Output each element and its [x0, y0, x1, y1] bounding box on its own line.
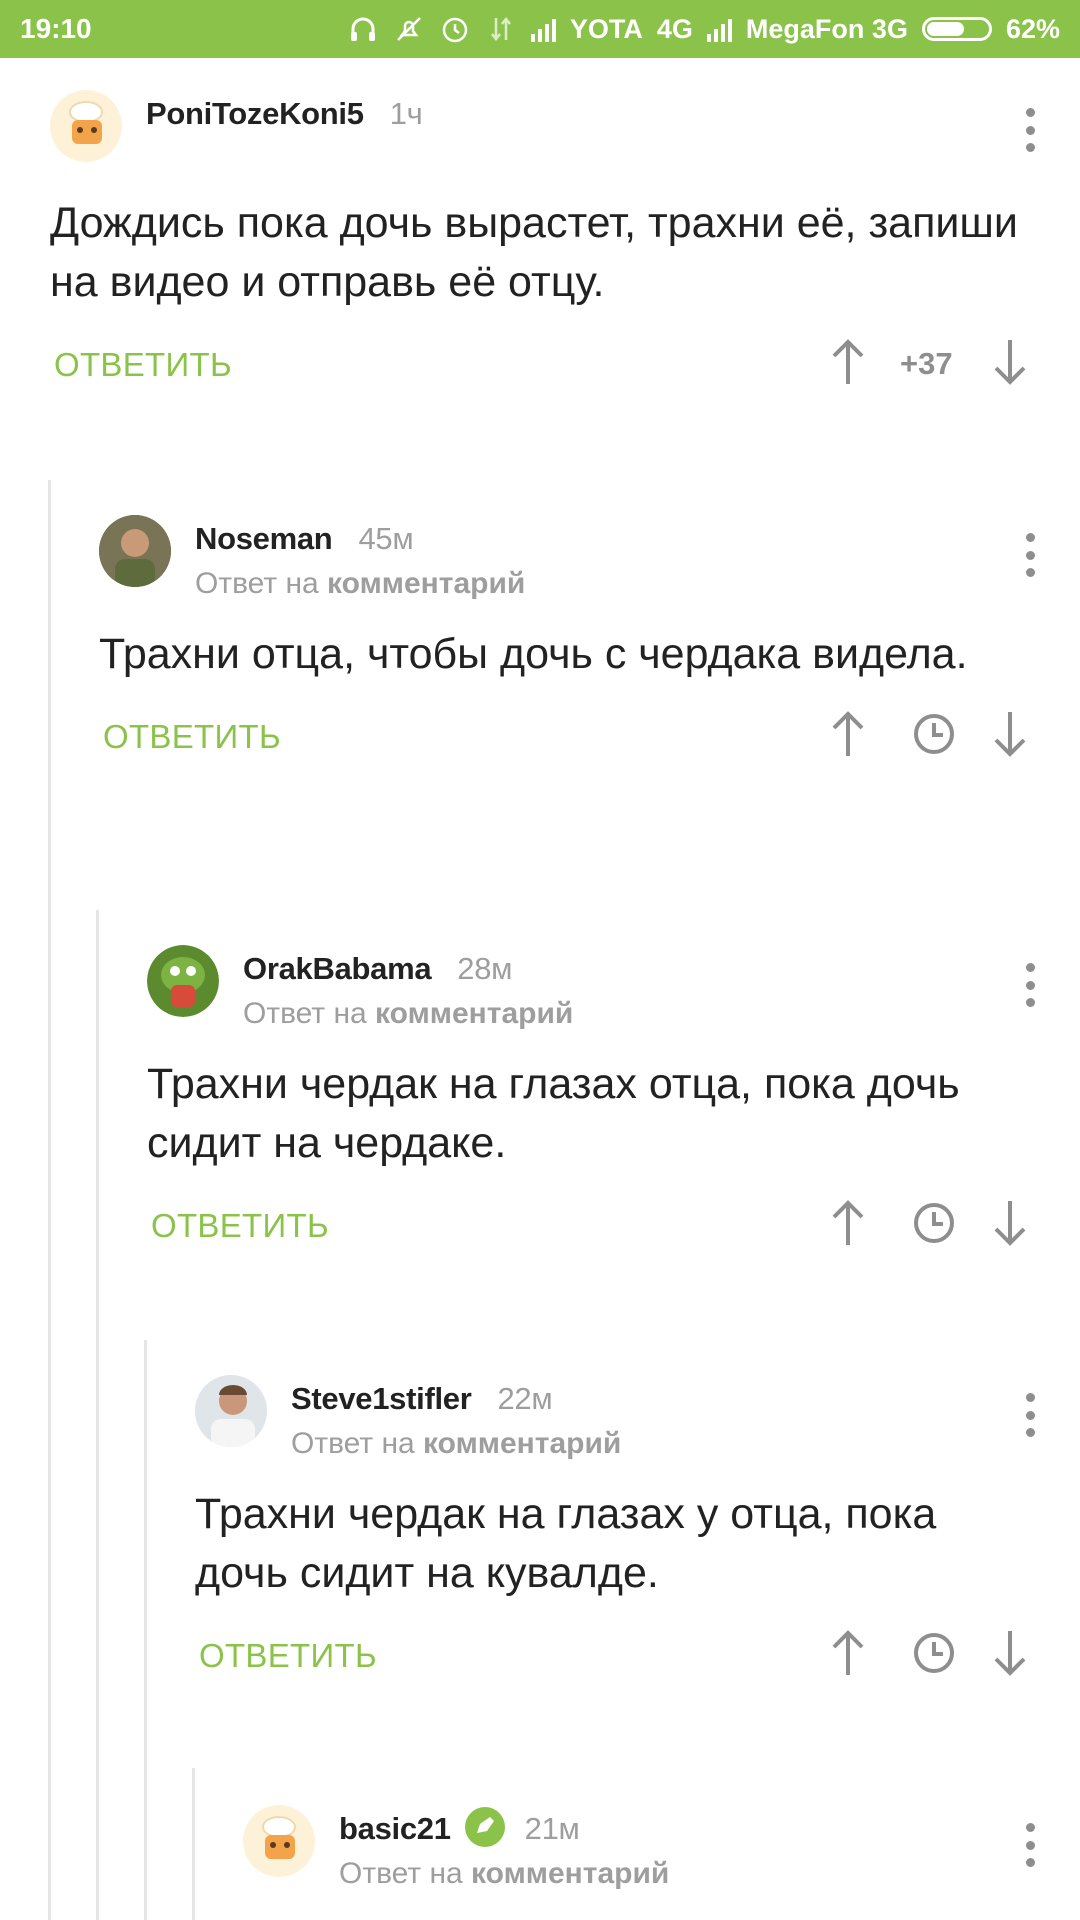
- signal-icon: [530, 16, 556, 42]
- comment: OrakBabama 28м Ответ на комментарий Трахн…: [147, 945, 1080, 1265]
- avatar[interactable]: [243, 1805, 315, 1877]
- status-bar: 19:10 YOTA 4G MegaFon 3G 62%: [0, 0, 1080, 58]
- clock-icon[interactable]: [910, 1625, 958, 1681]
- comment-time: 21м: [524, 1811, 580, 1847]
- battery-icon: [921, 17, 992, 41]
- clock-icon[interactable]: [910, 706, 958, 762]
- comment: Steve1stifler 22м Ответ на комментарий Тр…: [195, 1375, 1080, 1695]
- reply-to: Ответ на комментарий: [195, 567, 526, 600]
- comment-text: Трахни чердак на глазах у отца, пока доч…: [195, 1490, 937, 1597]
- more-vert-icon[interactable]: [1024, 963, 1036, 1007]
- reply-to: Ответ на комментарий: [243, 997, 574, 1030]
- mute-icon: [396, 17, 421, 41]
- carrier2: MegaFon: [745, 13, 865, 44]
- signal-icon: [706, 16, 732, 42]
- reply-button[interactable]: ОТВЕТИТЬ: [199, 1637, 377, 1675]
- reply-to: Ответ на комментарий: [291, 1427, 622, 1460]
- arrow-down-icon[interactable]: [986, 1625, 1034, 1681]
- comment-time: 1ч: [389, 96, 423, 131]
- comment: Noseman 45м Ответ на комментарий Трахни о…: [99, 515, 1080, 776]
- more-vert-icon[interactable]: [1024, 1393, 1036, 1437]
- username[interactable]: PoniTozeKoni5 1ч: [146, 96, 423, 132]
- username[interactable]: OrakBabama 28м: [243, 951, 512, 987]
- thread-line: [144, 1340, 147, 1920]
- data-icon: [490, 16, 511, 42]
- net1: 4G: [656, 13, 693, 44]
- comment: basic21 21м Ответ на комментарий: [243, 1805, 1080, 1890]
- reply-to-link[interactable]: комментарий: [471, 1857, 669, 1890]
- reply-to-link[interactable]: комментарий: [423, 1427, 621, 1460]
- more-vert-icon[interactable]: [1024, 108, 1036, 152]
- arrow-up-icon[interactable]: [824, 334, 872, 390]
- username[interactable]: basic21 21м: [339, 1807, 580, 1851]
- reply-to: Ответ на комментарий: [339, 1857, 670, 1890]
- comment-time: 22м: [497, 1381, 553, 1416]
- arrow-up-icon[interactable]: [824, 706, 872, 762]
- reply-button[interactable]: ОТВЕТИТЬ: [103, 718, 281, 756]
- battery-level: 62%: [1005, 13, 1060, 44]
- avatar[interactable]: [147, 945, 219, 1017]
- arrow-down-icon[interactable]: [986, 334, 1034, 390]
- comment: PoniTozeKoni5 1ч Дождись пока дочь выраст…: [50, 90, 1080, 404]
- carrier1: YOTA: [569, 13, 643, 44]
- username[interactable]: Steve1stifler 22м: [291, 1381, 553, 1417]
- thread-line: [96, 910, 99, 1920]
- reply-button[interactable]: ОТВЕТИТЬ: [54, 346, 232, 384]
- status-time: 19:10: [20, 13, 92, 44]
- arrow-up-icon[interactable]: [824, 1625, 872, 1681]
- comment-text: Трахни чердак на глазах отца, пока дочь …: [147, 1060, 960, 1167]
- arrow-up-icon[interactable]: [824, 1195, 872, 1251]
- verified-icon: [464, 1807, 505, 1847]
- reply-button[interactable]: ОТВЕТИТЬ: [151, 1207, 329, 1245]
- thread-line: [48, 480, 51, 1920]
- headphones-icon: [350, 17, 375, 41]
- comment-time: 28м: [457, 951, 513, 986]
- reply-to-link[interactable]: комментарий: [375, 997, 573, 1030]
- alarm-icon: [442, 17, 468, 43]
- comment-time: 45м: [358, 521, 414, 556]
- comment-text: Дождись пока дочь вырастет, трахни её, з…: [50, 199, 1018, 306]
- avatar[interactable]: [195, 1375, 267, 1447]
- thread-line: [192, 1768, 195, 1920]
- comment-text: Трахни отца, чтобы дочь с чердака видела…: [99, 630, 968, 678]
- clock-icon[interactable]: [910, 1195, 958, 1251]
- username[interactable]: Noseman 45м: [195, 521, 414, 557]
- arrow-down-icon[interactable]: [986, 706, 1034, 762]
- arrow-down-icon[interactable]: [986, 1195, 1034, 1251]
- reply-to-link[interactable]: комментарий: [327, 567, 525, 600]
- more-vert-icon[interactable]: [1024, 1823, 1036, 1867]
- score: +37: [900, 346, 953, 381]
- net2: 3G: [871, 13, 908, 44]
- avatar[interactable]: [50, 90, 122, 162]
- more-vert-icon[interactable]: [1024, 533, 1036, 577]
- avatar[interactable]: [99, 515, 171, 587]
